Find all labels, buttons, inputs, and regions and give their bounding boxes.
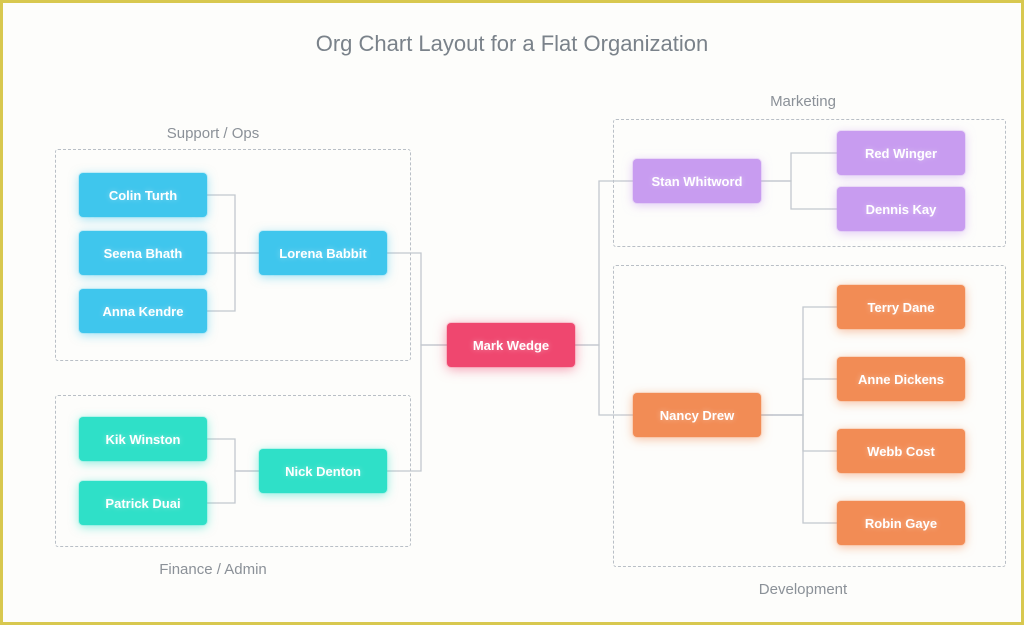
- node-marketing-member-1[interactable]: Dennis Kay: [837, 187, 965, 231]
- node-finance-member-1[interactable]: Patrick Duai: [79, 481, 207, 525]
- node-support-member-0[interactable]: Colin Turth: [79, 173, 207, 217]
- dept-label-finance-admin: Finance / Admin: [133, 561, 293, 578]
- node-support-member-2[interactable]: Anna Kendre: [79, 289, 207, 333]
- org-chart-canvas: Org Chart Layout for a Flat Organization…: [3, 3, 1021, 622]
- node-center-mark-wedge[interactable]: Mark Wedge: [447, 323, 575, 367]
- node-support-member-1[interactable]: Seena Bhath: [79, 231, 207, 275]
- node-support-lead[interactable]: Lorena Babbit: [259, 231, 387, 275]
- node-development-member-1[interactable]: Anne Dickens: [837, 357, 965, 401]
- dept-label-development: Development: [723, 581, 883, 598]
- dept-label-support-ops: Support / Ops: [133, 125, 293, 142]
- page-title: Org Chart Layout for a Flat Organization: [3, 31, 1021, 57]
- dept-label-marketing: Marketing: [723, 93, 883, 110]
- node-marketing-lead[interactable]: Stan Whitword: [633, 159, 761, 203]
- node-development-member-0[interactable]: Terry Dane: [837, 285, 965, 329]
- node-marketing-member-0[interactable]: Red Winger: [837, 131, 965, 175]
- node-finance-lead[interactable]: Nick Denton: [259, 449, 387, 493]
- node-development-member-2[interactable]: Webb Cost: [837, 429, 965, 473]
- node-development-lead[interactable]: Nancy Drew: [633, 393, 761, 437]
- node-finance-member-0[interactable]: Kik Winston: [79, 417, 207, 461]
- node-development-member-3[interactable]: Robin Gaye: [837, 501, 965, 545]
